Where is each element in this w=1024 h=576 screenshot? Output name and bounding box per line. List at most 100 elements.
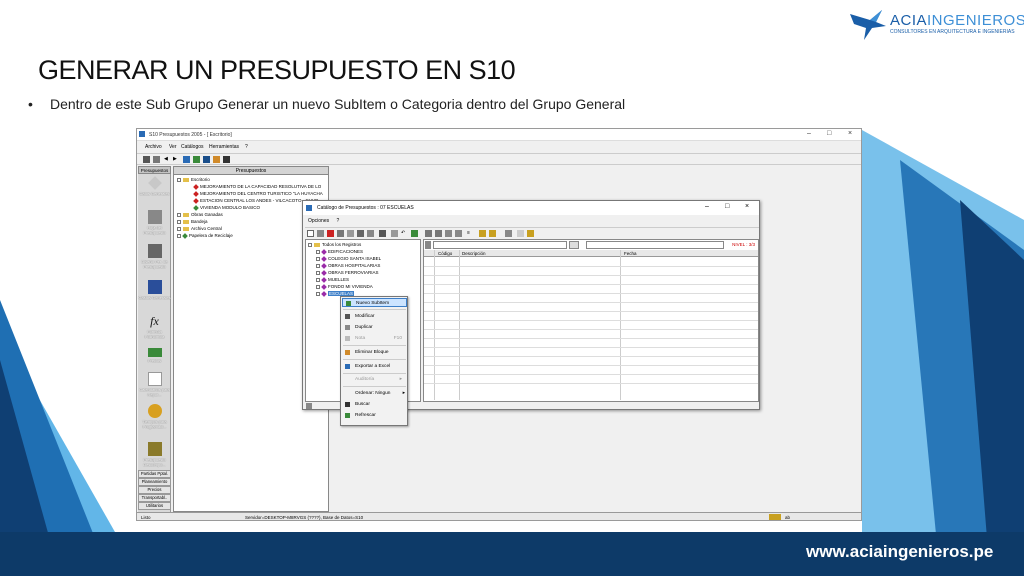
folder-open-icon[interactable]	[527, 230, 534, 237]
tree-icon[interactable]	[193, 156, 200, 163]
print-icon[interactable]	[505, 230, 512, 237]
grid-icon[interactable]	[183, 156, 190, 163]
right-arrow-icon[interactable]: ▶	[173, 156, 180, 163]
delete-icon[interactable]	[327, 230, 334, 237]
sidebar-item-datos-generales[interactable]: Datos Generales	[138, 176, 171, 196]
tree-item-muelles[interactable]: MUELLES	[316, 276, 349, 283]
search-desc-input[interactable]	[586, 241, 724, 249]
tree-item[interactable]: MEJORAMIENTO DEL CENTRO TURISTICO "LA HU…	[193, 190, 323, 197]
ctx-refrescar[interactable]: Refrescar	[342, 411, 407, 420]
ctx-exportar-excel[interactable]: Exportar a Excel	[342, 362, 407, 371]
col-header-codigo[interactable]: Código	[438, 251, 452, 256]
dialog-minimize-icon[interactable]: –	[705, 203, 709, 210]
tree-item[interactable]: VIVIENDA MODULO BASICO	[193, 204, 260, 211]
menu-archivo[interactable]: Archivo	[145, 144, 162, 150]
filter-icon[interactable]	[367, 230, 374, 237]
dialog-maximize-icon[interactable]: □	[725, 203, 729, 210]
sidebar-item-descompo[interactable]: Presupuesto Descompo...	[138, 442, 171, 467]
menu-ver[interactable]: Ver	[169, 144, 177, 150]
sidebar-tab-presupuestos[interactable]: Presupuestos	[138, 166, 171, 174]
sort-asc-icon[interactable]	[425, 230, 432, 237]
collapse-icon[interactable]	[308, 242, 312, 247]
tree-item-obras-ganadas[interactable]: Obras Ganadas	[177, 212, 223, 217]
expand-icon[interactable]	[316, 277, 320, 282]
sidebar-item-calendarios[interactable]: Calendarios para Repor...	[138, 372, 171, 397]
menu-help[interactable]: ?	[245, 144, 248, 150]
tree-item[interactable]: ESTACION CENTRAL LOS ANDES - VILCACOTO -…	[193, 197, 318, 204]
tree-item-edificaciones[interactable]: EDIFICACIONES	[316, 248, 363, 255]
tree-item-ferroviarias[interactable]: OBRAS FERROVIARIAS	[316, 269, 379, 276]
tree-item-todos[interactable]: Todos los Registros	[308, 242, 361, 247]
expand-icon[interactable]	[177, 219, 181, 224]
save-icon[interactable]	[223, 156, 230, 163]
expand-icon[interactable]	[316, 249, 320, 254]
tree-item-papelera[interactable]: Papelera de Reciclaje	[177, 232, 233, 239]
sort-icon[interactable]	[391, 230, 398, 237]
tree-item-hospitalarias[interactable]: OBRAS HOSPITALARIAS	[316, 262, 380, 269]
tree-item-fondo[interactable]: FONDO MI VIVIENDA	[316, 283, 373, 290]
tree-item-escritorio[interactable]: Escritorio	[177, 177, 210, 182]
tree-item[interactable]: MEJORAMIENTO DE LA CAPACIDAD RESOLUTIVA …	[193, 183, 321, 190]
list-icon[interactable]	[517, 230, 524, 237]
window-icon[interactable]	[203, 156, 210, 163]
expand-icon[interactable]	[177, 233, 181, 238]
menu-opciones[interactable]: Opciones	[308, 218, 329, 224]
binoculars-icon[interactable]	[379, 230, 386, 237]
ctx-eliminar-bloque[interactable]: Eliminar Bloque	[342, 348, 407, 357]
sidebar-btn-utilitarios[interactable]: Utilitarios	[138, 502, 171, 510]
sidebar-item-diseno[interactable]: Diseño Per. de Presupuesto	[138, 244, 171, 269]
sidebar-item-gastos-generales[interactable]: Gastos Generales	[138, 280, 171, 300]
sidebar-btn-partidas[interactable]: Partidas Pptal.	[138, 470, 171, 478]
menu-dialog-help[interactable]: ?	[337, 218, 340, 224]
tree-item-archivo-central[interactable]: Archivo Central	[177, 226, 222, 231]
dialog-close-icon[interactable]: ×	[745, 203, 749, 210]
tree-item-colegio[interactable]: COLEGIO SANTA ISABEL	[316, 255, 381, 262]
ctx-modificar[interactable]: Modificar	[342, 312, 407, 321]
sort-desc-icon[interactable]	[435, 230, 442, 237]
sidebar-item-precios[interactable]: Precios	[138, 348, 171, 363]
preview-icon[interactable]	[153, 156, 160, 163]
expand-icon[interactable]	[316, 263, 320, 268]
ctx-ordenar[interactable]: Ordenar: Ningun ▸	[342, 389, 407, 398]
print-icon[interactable]	[143, 156, 150, 163]
minimize-icon[interactable]: –	[807, 130, 811, 137]
ctx-nota[interactable]: Nota F10	[342, 334, 407, 343]
col-header-descripcion[interactable]: Descripción	[462, 251, 486, 256]
find-icon[interactable]	[357, 230, 364, 237]
group-icon[interactable]	[455, 230, 462, 237]
export-icon[interactable]	[411, 230, 418, 237]
ctx-nuevo-subitem[interactable]: Nuevo SubItem	[342, 298, 407, 307]
search-code-input[interactable]	[433, 241, 567, 249]
footer-url[interactable]: www.aciaingenieros.pe	[806, 542, 993, 562]
left-arrow-icon[interactable]: ◀	[164, 156, 171, 163]
expand-icon[interactable]	[316, 270, 320, 275]
folder-icon[interactable]	[213, 156, 220, 163]
tree-item-bandeja[interactable]: Bandeja	[177, 219, 208, 224]
sidebar-btn-precios[interactable]: Precios	[138, 486, 171, 494]
ctx-buscar[interactable]: Buscar	[342, 400, 407, 409]
expand-icon[interactable]	[177, 226, 181, 231]
note-icon[interactable]	[479, 230, 486, 237]
col-header-fecha[interactable]: Fecha	[624, 251, 637, 256]
new-icon[interactable]	[307, 230, 314, 237]
collapse-icon[interactable]	[177, 177, 181, 182]
search-options-icon[interactable]	[425, 241, 431, 249]
sidebar-item-hoja-presupuesto[interactable]: Hoja del Presupuesto	[138, 210, 171, 235]
cut-icon[interactable]	[347, 230, 354, 237]
maximize-icon[interactable]: □	[827, 130, 831, 137]
level-icon[interactable]	[445, 230, 452, 237]
edit-icon[interactable]	[317, 230, 324, 237]
expand-icon[interactable]	[316, 291, 320, 296]
expand-icon[interactable]	[316, 284, 320, 289]
menu-catalogos[interactable]: Catálogos	[181, 144, 204, 150]
tree-view-icon[interactable]: ≡	[467, 230, 474, 237]
sidebar-item-formula[interactable]: fx Fórmula Polinómica	[138, 314, 171, 339]
undo-icon[interactable]: ↶	[401, 230, 408, 237]
sidebar-btn-transportabl[interactable]: Transportabl..	[138, 494, 171, 502]
menu-herramientas[interactable]: Herramientas	[209, 144, 239, 150]
sidebar-btn-planeamiento[interactable]: Planeamiento	[138, 478, 171, 486]
ctx-duplicar[interactable]: Duplicar	[342, 323, 407, 332]
ctx-auditoria[interactable]: Auditoría ▸	[342, 375, 407, 384]
sidebar-item-tiempos[interactable]: Tiempos para Programaci...	[138, 404, 171, 429]
copy-icon[interactable]	[337, 230, 344, 237]
